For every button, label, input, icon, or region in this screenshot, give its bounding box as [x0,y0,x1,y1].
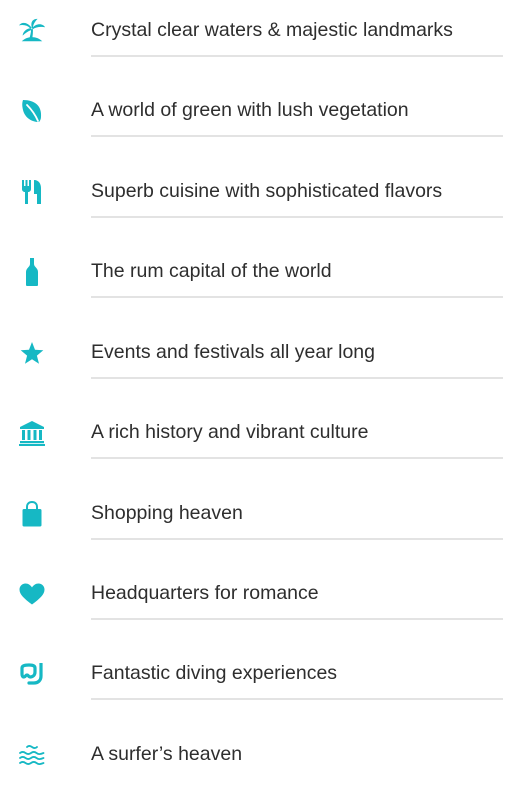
feature-label: Events and festivals all year long [91,341,375,363]
snorkel-mask-icon [18,660,46,688]
palm-island-icon [18,17,46,45]
feature-label: Fantastic diving experiences [91,662,338,684]
list-item: Crystal clear waters & majestic landmark… [0,11,517,59]
divider [91,377,503,379]
feature-label: Shopping heaven [91,502,243,524]
list-item: A rich history and vibrant culture [0,413,517,461]
feature-label: The rum capital of the world [91,260,332,282]
list-item: A world of green with lush vegetation [0,91,517,139]
museum-icon [18,419,46,447]
waves-icon [18,741,46,769]
list-item: A surfer’s heaven [0,735,517,783]
feature-label: A world of green with lush vegetation [91,99,409,121]
features-list: Crystal clear waters & majestic landmark… [0,0,517,793]
bottle-icon [18,258,46,286]
divider [91,55,503,57]
divider [91,457,503,459]
heart-icon [18,580,46,608]
feature-label: Headquarters for romance [91,582,319,604]
list-item: Events and festivals all year long [0,333,517,381]
feature-label: Superb cuisine with sophisticated flavor… [91,180,443,202]
leaf-icon [18,97,46,125]
fork-knife-icon [18,178,46,206]
divider [91,538,503,540]
list-item: Superb cuisine with sophisticated flavor… [0,172,517,220]
feature-label: Crystal clear waters & majestic landmark… [91,19,453,41]
star-icon [18,339,46,367]
feature-label: A rich history and vibrant culture [91,421,369,443]
list-item: The rum capital of the world [0,252,517,300]
feature-label: A surfer’s heaven [91,743,243,765]
divider [91,216,503,218]
divider [91,296,503,298]
list-item: Headquarters for romance [0,574,517,622]
shopping-bag-icon [18,500,46,528]
divider [91,698,503,700]
divider [91,618,503,620]
list-item: Shopping heaven [0,494,517,542]
list-item: Fantastic diving experiences [0,654,517,702]
divider [91,135,503,137]
